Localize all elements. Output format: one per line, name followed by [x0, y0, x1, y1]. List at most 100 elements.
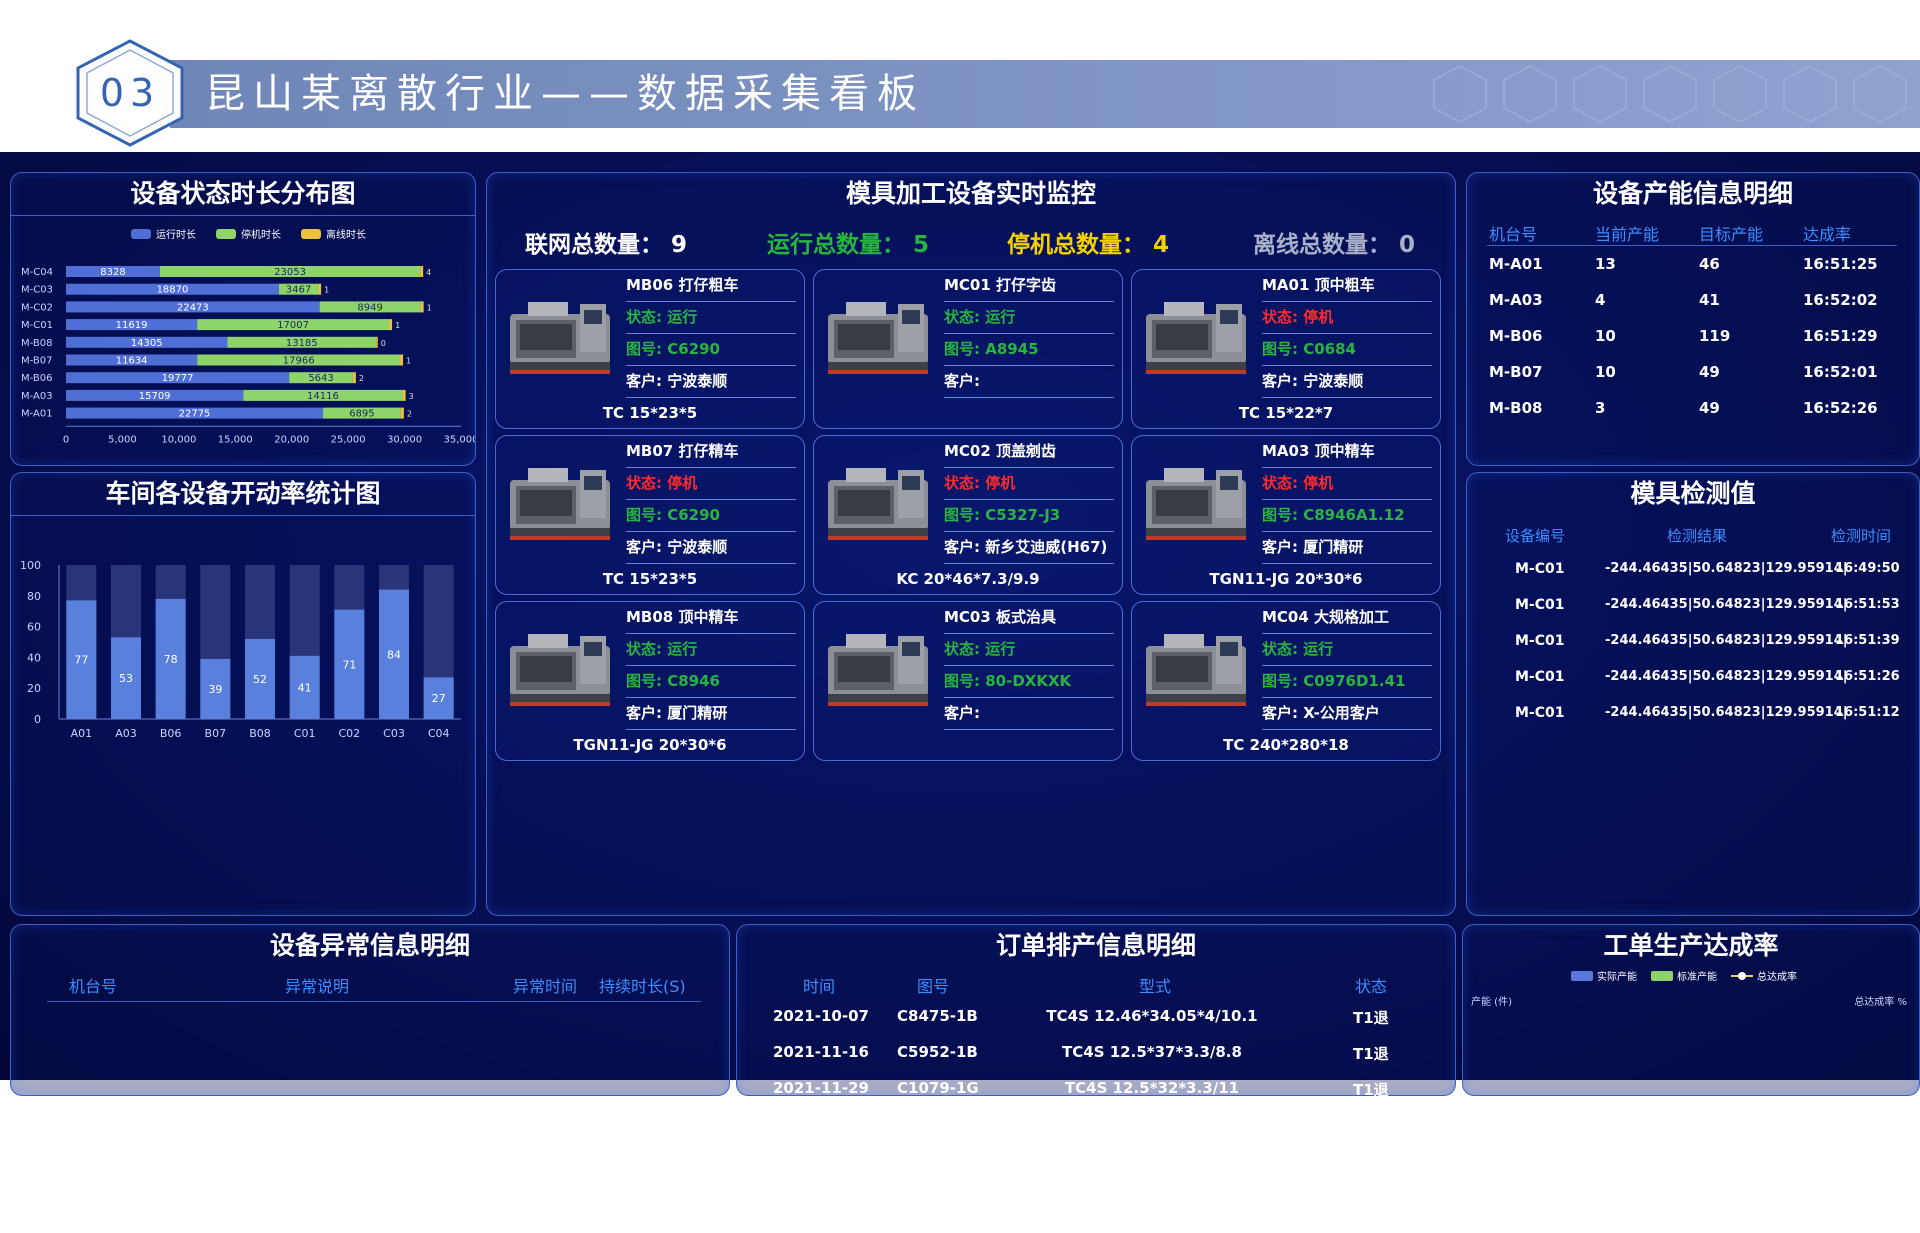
- stat-value: 0: [1391, 232, 1416, 258]
- table-header: 状态: [1355, 977, 1388, 996]
- offline-value: 1: [427, 303, 432, 312]
- machine-card[interactable]: MC04 大规格加工 状态: 运行 图号: C0976D1.41 客户: X-公用客户…: [1131, 601, 1441, 761]
- panel-title: 设备异常信息明细: [269, 931, 470, 960]
- machine-card[interactable]: MB06 打仔粗车 状态: 运行 图号: C6290 客户: 宁波泰顺 TC 15*23…: [495, 269, 805, 429]
- stat-item: 联网总数量： 9: [525, 225, 687, 259]
- capacity-table: 机台号 当前产能 目标产能 达成率 M-A01 13 46 16:51:25 M-A03 4 41 1…: [1467, 221, 1919, 461]
- row-label: M-B07: [21, 356, 52, 367]
- card-spec: TC 240*280*18: [1223, 736, 1349, 754]
- table-cell: 16:52:26: [1803, 399, 1878, 417]
- card-spec: TGN11-JG 20*30*6: [1209, 570, 1363, 588]
- x-tick-label: A01: [71, 727, 93, 740]
- stat-item: 运行总数量： 5: [767, 225, 929, 259]
- stat-item: 离线总数量： 0: [1253, 225, 1415, 259]
- x-tick-label: 25,000: [331, 434, 366, 445]
- table-cell: T1退: [1353, 1117, 1389, 1135]
- table-header: 图号: [917, 977, 950, 996]
- machine-card[interactable]: MA01 顶中粗车 状态: 停机 图号: C0684 客户: 宁波泰顺 TC 15*22…: [1131, 269, 1441, 429]
- inspection-panel: 模具检测值 设备编号 检测结果 检测时间 M-C01 -244.46435|50.648…: [1466, 472, 1920, 916]
- row-label: M-C01: [21, 320, 53, 331]
- x-tick-label: 35,000: [444, 434, 476, 445]
- stop-value: 3467: [286, 285, 311, 296]
- offline-value: 2: [359, 374, 364, 383]
- table-header: 检测结果: [1667, 527, 1728, 545]
- table-cell: 16:51:39: [1835, 633, 1900, 648]
- orders-panel: 订单排产信息明细 时间 图号 型式 状态 2021-10-07 C8475-1B TC4S …: [736, 924, 1456, 1207]
- card-customer: 客户:: [944, 698, 1114, 730]
- header-divider: [47, 1001, 701, 1002]
- table-cell: 16:52:01: [1803, 363, 1878, 381]
- card-spec: TC 15*23*5: [602, 570, 698, 588]
- bar-value: 53: [119, 672, 133, 685]
- y-axis-label-left: 产能 (件): [1471, 995, 1512, 1008]
- machine-image-icon: [1142, 616, 1252, 710]
- table-cell: KGJ-PL 13.5*22.1/24.7*6.5: [1041, 1187, 1263, 1205]
- table-header: 机台号: [1489, 225, 1538, 244]
- x-tick-label: C03: [383, 727, 405, 740]
- table-cell: T1车: [1353, 1189, 1389, 1207]
- stop-value: 17966: [283, 356, 315, 367]
- run-value: 22473: [177, 302, 209, 313]
- stop-value: 5643: [308, 373, 333, 384]
- row-label: M-B08: [21, 338, 52, 349]
- table-cell: -244.46435|50.64823|129.95914|: [1605, 561, 1848, 576]
- card-customer: 客户: 宁波泰顺: [626, 532, 796, 564]
- machine-card[interactable]: MC01 打仔字齿 状态: 运行 图号: A8945 客户:: [813, 269, 1123, 429]
- row-label: M-B06: [21, 373, 52, 384]
- offline-value: 0: [381, 339, 386, 348]
- table-cell: M-A03: [1489, 291, 1543, 309]
- machine-card[interactable]: MA03 顶中精车 状态: 停机 图号: C8946A1.12 客户: 厦门精研 TGN…: [1131, 435, 1441, 595]
- offline-bar: [376, 336, 378, 348]
- y-axis-label-right: 总达成率 %: [1854, 995, 1907, 1008]
- table-cell: M-B06: [1489, 327, 1543, 345]
- stats-row: 联网总数量： 9 运行总数量： 5 停机总数量： 4 离线总数量： 0: [487, 225, 1455, 261]
- table-cell: C2814-1E: [897, 1115, 977, 1133]
- card-spec: KC 20*46*7.3/9.9: [896, 570, 1040, 588]
- x-tick-label: 10,000: [161, 434, 196, 445]
- bar-value: 71: [342, 658, 356, 671]
- stop-value: 17007: [277, 320, 309, 331]
- utilization-panel: 车间各设备开动率统计图 100 80 60 40 20 0 77 A01 53 A03 78 B06 3…: [10, 472, 476, 916]
- machine-card[interactable]: MB07 打仔精车 状态: 停机 图号: C6290 客户: 宁波泰顺 TC 15*23…: [495, 435, 805, 595]
- card-name: MA03 顶中精车: [1262, 436, 1432, 468]
- machine-card[interactable]: MB08 顶中精车 状态: 运行 图号: C8946 客户: 厦门精研 TGN11-JG…: [495, 601, 805, 761]
- inspection-table: 设备编号 检测结果 检测时间 M-C01 -244.46435|50.64823|129…: [1467, 525, 1919, 885]
- workorder-panel: 工单生产达成率 实际产能 标准产能 总达成率 产能 (件) 总达成率 %: [1462, 924, 1920, 1096]
- monitor-panel: 模具加工设备实时监控 联网总数量： 9 运行总数量： 5 停机总数量： 4 离线总数量…: [486, 172, 1456, 916]
- x-tick-label: 5,000: [108, 434, 137, 445]
- x-tick-label: 20,000: [274, 434, 309, 445]
- row-label: M-A01: [21, 409, 53, 420]
- machine-image-icon: [506, 450, 616, 544]
- x-tick-label: C04: [428, 727, 450, 740]
- x-tick-label: 15,000: [218, 434, 253, 445]
- card-name: MC04 大规格加工: [1262, 602, 1432, 634]
- panel-title: 模具检测值: [1630, 479, 1756, 508]
- offline-value: 1: [406, 357, 411, 366]
- offline-bar: [400, 407, 404, 419]
- legend-label: 停机时长: [241, 228, 281, 241]
- stat-item: 停机总数量： 4: [1007, 225, 1169, 259]
- table-header: 达成率: [1803, 225, 1852, 244]
- legend-swatch: [1651, 971, 1673, 981]
- card-name: MB07 打仔精车: [626, 436, 796, 468]
- table-cell: 2021-12-27: [773, 1151, 869, 1169]
- table-cell: 49: [1699, 363, 1720, 381]
- machine-card[interactable]: MC02 顶盖剜齿 状态: 停机 图号: C5327-J3 客户: 新乡艾迪威(H67…: [813, 435, 1123, 595]
- card-customer: 客户: 宁波泰顺: [1262, 366, 1432, 398]
- card-part-no: 图号: 80-DXKXK: [944, 666, 1114, 698]
- table-cell: 13: [1595, 255, 1616, 273]
- card-spec: TGN11-JG 20*30*6: [573, 736, 727, 754]
- stat-label: 联网总数量：: [525, 232, 663, 258]
- table-header: 异常说明: [285, 977, 350, 996]
- orders-table: 时间 图号 型式 状态 2021-10-07 C8475-1B TC4S 12.46*34.…: [737, 973, 1455, 1233]
- stat-value: 9: [663, 232, 688, 258]
- machine-card[interactable]: MC03 板式治具 状态: 运行 图号: 80-DXKXK 客户:: [813, 601, 1123, 761]
- table-cell: 16:51:26: [1835, 669, 1900, 684]
- panel-title: 工单生产达成率: [1603, 931, 1779, 960]
- card-status: 状态: 停机: [1262, 302, 1432, 334]
- x-tick-label: C02: [338, 727, 360, 740]
- table-header: 时间: [803, 977, 836, 996]
- stop-value: 23053: [274, 267, 306, 278]
- x-tick-label: 30,000: [387, 434, 422, 445]
- x-tick-label: A03: [115, 727, 137, 740]
